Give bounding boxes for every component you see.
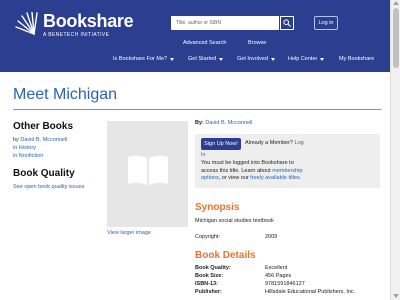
detail-value: 9781591846127 <box>265 281 305 287</box>
nav-label: My Bookshare <box>339 56 375 62</box>
main-nav: Is Bookshare For Me? Get Started Get Inv… <box>0 56 390 66</box>
history-link[interactable]: in History <box>13 145 36 151</box>
book-details-heading: Book Details <box>195 250 256 261</box>
page-scrollbar[interactable] <box>390 0 400 300</box>
book-author-line: By: David B. Mcconnell <box>195 120 252 126</box>
signup-panel: Sign Up Now! Already a Member? Log In Yo… <box>195 134 380 188</box>
logo-fan-icon <box>15 12 38 35</box>
caret-down-icon <box>270 57 275 61</box>
detail-value: Hillsdale Educational Publishers, Inc. <box>265 289 356 295</box>
scroll-down-arrow-icon[interactable] <box>393 294 399 298</box>
by-prefix: by <box>13 137 19 143</box>
login-link-part-2[interactable]: In <box>201 152 206 158</box>
already-member-label: Already a Member? <box>245 140 293 146</box>
author-link[interactable]: David B. Mcconnell <box>205 120 252 126</box>
nav-label: Get Started <box>188 56 217 62</box>
copyright-value: 2009 <box>265 234 278 240</box>
detail-label: Publisher: <box>195 289 222 295</box>
nav-get-involved[interactable]: Get Involved <box>237 56 275 62</box>
detail-label: Book Quality: <box>195 265 231 271</box>
caret-down-icon <box>170 57 175 61</box>
must-text-3: . <box>299 175 302 181</box>
quality-issues-link[interactable]: See open book quality issues <box>13 184 85 190</box>
nav-my-bookshare[interactable]: My Bookshare <box>339 56 374 62</box>
brand-name: Bookshare <box>43 11 134 31</box>
caret-down-icon <box>219 57 224 61</box>
open-book-icon <box>128 155 168 185</box>
signup-button[interactable]: Sign Up Now! <box>201 138 241 150</box>
nav-label: Get Involved <box>237 56 268 62</box>
book-cover-placeholder[interactable] <box>107 121 188 227</box>
page-title: Meet Michigan <box>13 86 118 103</box>
brand-tagline: A BENETECH INITIATIVE <box>43 32 110 38</box>
search-input[interactable] <box>171 16 279 30</box>
freely-available-link[interactable]: freely available titles <box>250 175 300 181</box>
caret-down-icon <box>320 57 325 61</box>
scroll-thumb[interactable] <box>393 8 399 68</box>
synopsis-heading: Synopsis <box>195 202 240 213</box>
nonfiction-link[interactable]: in Nonfiction <box>13 153 43 159</box>
book-quality-heading: Book Quality <box>13 168 75 179</box>
scroll-up-arrow-icon[interactable] <box>393 1 399 5</box>
login-button[interactable]: Log in <box>314 16 338 30</box>
detail-label: Book Size: <box>195 273 224 279</box>
detail-label: ISBN-13: <box>195 281 218 287</box>
bookshare-logo[interactable]: Bookshare A BENETECH INITIATIVE <box>12 11 134 38</box>
advanced-search-link[interactable]: Advanced Search <box>183 40 226 46</box>
search-icon <box>283 19 291 27</box>
author-books-link[interactable]: David B. Mcconnell <box>20 137 67 143</box>
by-label: By: <box>195 120 204 126</box>
must-text-2: , or view our <box>218 175 249 181</box>
search-button[interactable] <box>280 16 294 30</box>
nav-get-started[interactable]: Get Started <box>188 56 224 62</box>
login-link-part-1[interactable]: Log <box>295 140 304 146</box>
nav-help-center[interactable]: Help Center <box>288 56 325 62</box>
login-required-message: You must be logged into Bookshare to acc… <box>201 160 311 183</box>
detail-value: Excellent <box>265 265 288 271</box>
nav-label: Is Bookshare For Me? <box>113 56 168 62</box>
other-books-by-author: by David B. Mcconnell <box>13 137 67 143</box>
nav-is-bookshare-for-me[interactable]: Is Bookshare For Me? <box>113 56 175 62</box>
already-member-text: Already a Member? Log <box>245 140 304 146</box>
title-divider <box>13 109 381 110</box>
detail-value: 456 Pages <box>265 273 292 279</box>
view-larger-image-link[interactable]: View larger image <box>107 230 151 236</box>
other-books-heading: Other Books <box>13 121 74 132</box>
nav-label: Help Center <box>288 56 318 62</box>
site-header: Bookshare A BENETECH INITIATIVE Log in A… <box>0 0 390 72</box>
copyright-label: Copyright: <box>195 234 221 240</box>
synopsis-text: Michigan social studies textbook <box>195 218 274 224</box>
browse-link[interactable]: Browse <box>248 40 266 46</box>
